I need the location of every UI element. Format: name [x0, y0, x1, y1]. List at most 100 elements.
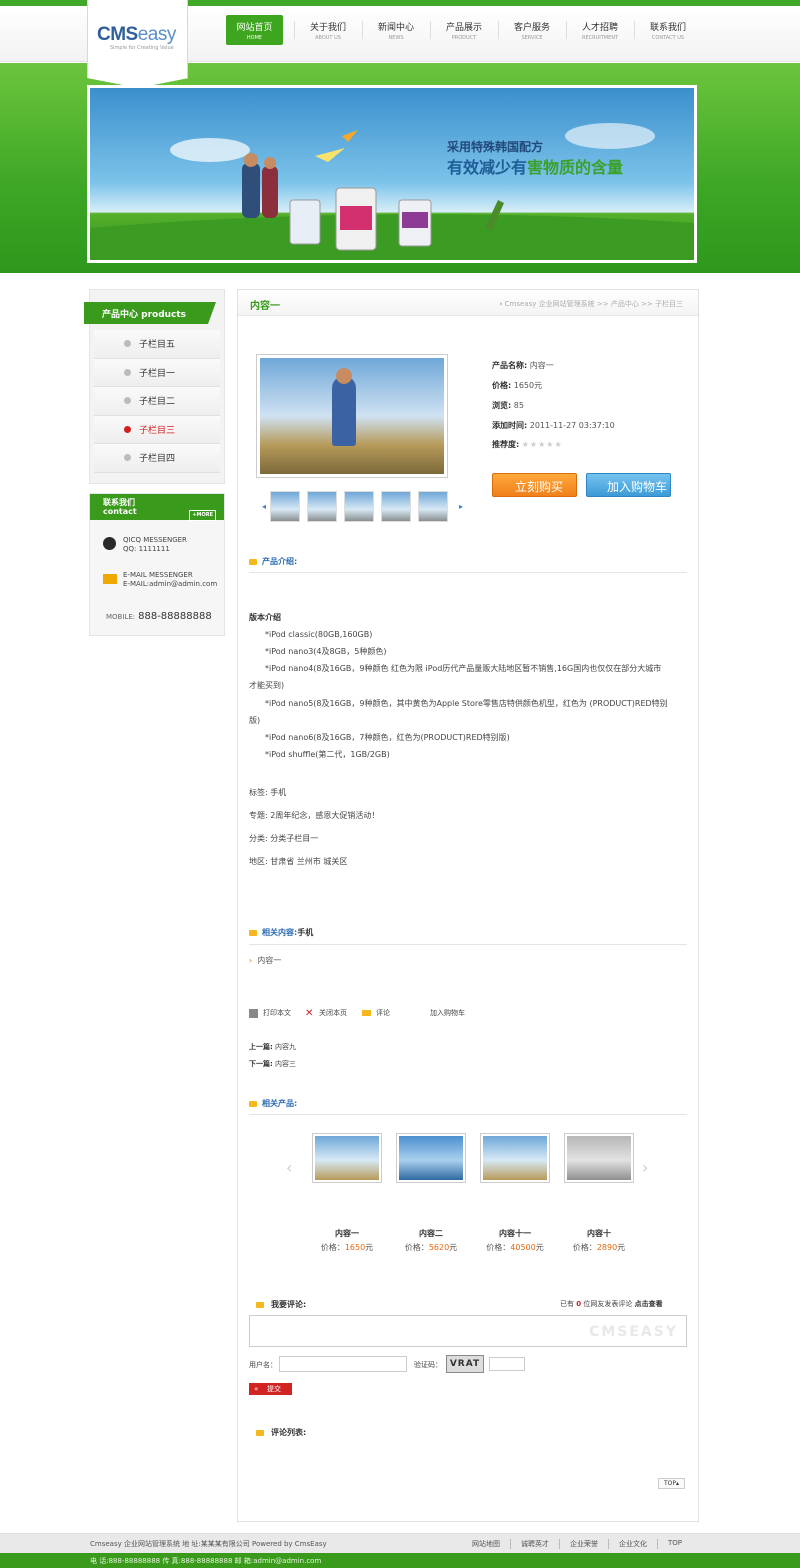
divider: [249, 1114, 687, 1115]
page-title: 内容一: [250, 301, 280, 312]
related-products-heading: 相关产品:: [249, 1098, 297, 1109]
product-added-time: 添加时间: 2011-11-27 03:37:10: [492, 421, 615, 430]
nav-product[interactable]: 产品展示 PRODUCT: [430, 15, 498, 45]
footer-link-top[interactable]: TOP: [656, 1539, 692, 1549]
related-product-name[interactable]: 内容一: [302, 1228, 392, 1239]
caret-up-icon: ▴: [676, 1480, 680, 1487]
related-product-price: 价格：5620元: [404, 1243, 458, 1252]
nav-service[interactable]: 客户服务 SERVICE: [498, 15, 566, 45]
related-item-link[interactable]: 内容一: [249, 955, 281, 966]
thumbnail[interactable]: [344, 491, 374, 522]
comment-heading: 我要评论:: [256, 1299, 306, 1310]
bullet-icon: [124, 340, 131, 348]
nav-home[interactable]: 网站首页 HOME: [226, 15, 283, 45]
sidebar-item-4[interactable]: 子栏目四: [94, 444, 220, 473]
contact-header: 联系我们 contact +MORE: [90, 494, 224, 521]
related-product-name[interactable]: 内容二: [386, 1228, 476, 1239]
comment-textarea[interactable]: CMSEASY: [249, 1315, 687, 1347]
back-to-top-button[interactable]: TOP▴: [658, 1478, 685, 1489]
comment-button[interactable]: 评论: [362, 1008, 390, 1018]
carousel-next-icon[interactable]: ›: [642, 1158, 648, 1177]
footer-link-culture[interactable]: 企业文化: [607, 1539, 657, 1549]
logo-slogan: Simple for Creating Value: [110, 45, 174, 51]
thumbnail[interactable]: [418, 491, 448, 522]
sidebar-item-3[interactable]: 子栏目三: [94, 415, 220, 444]
sidebar-item-5[interactable]: 子栏目五: [94, 330, 220, 359]
footer-link-honors[interactable]: 企业荣誉: [558, 1539, 608, 1549]
sidebar-title: 产品中心 products: [84, 302, 216, 324]
logo[interactable]: CMSeasy Simple for Creating Value: [87, 0, 189, 88]
intro-line: *iPod classic(80GB,160GB): [249, 630, 373, 639]
submit-button[interactable]: 提交: [249, 1383, 292, 1395]
tag-line[interactable]: 标签: 手机: [249, 787, 286, 798]
logo-text-easy: easy: [137, 24, 177, 45]
carousel-prev-icon[interactable]: ‹: [286, 1158, 292, 1177]
footer-contact: 电 话:888-88888888 传 真:888-88888888 邮 箱:ad…: [90, 1557, 322, 1565]
arrow-right-icon[interactable]: ▸: [455, 502, 467, 511]
footer-contact-bar: 电 话:888-88888888 传 真:888-88888888 邮 箱:ad…: [0, 1553, 800, 1568]
logo-text-main: CMS: [97, 24, 138, 45]
topic-line[interactable]: 专题: 2周年纪念，感恩大促销活动！: [249, 810, 379, 821]
sidebar-category-list: 子栏目五 子栏目一 子栏目二 子栏目三 子栏目四: [94, 330, 220, 473]
thumbnail-strip: ◂ ▸: [258, 491, 467, 522]
thumbnail[interactable]: [307, 491, 337, 522]
intro-title: 版本介绍: [249, 613, 281, 622]
intro-line: 才能买到): [249, 681, 285, 690]
related-product-image[interactable]: [480, 1133, 550, 1183]
buy-now-button[interactable]: 立刻购买: [492, 473, 577, 497]
product-name: 产品名称: 内容一: [492, 361, 554, 370]
bullet-icon: [124, 368, 131, 376]
related-product-price: 价格：40500元: [486, 1243, 544, 1252]
sidebar-item-2[interactable]: 子栏目二: [94, 387, 220, 416]
mobile-number: MOBILE: 888-88888888: [106, 611, 212, 622]
product-price: 价格: 1650元: [492, 381, 543, 390]
category-line[interactable]: 分类: 分类子栏目一: [249, 833, 318, 844]
add-to-cart-button[interactable]: 加入购物车: [586, 473, 671, 497]
nav-recruitment[interactable]: 人才招聘 RECRUITMENT: [566, 15, 634, 45]
footer-link-jobs[interactable]: 诚聘英才: [509, 1539, 559, 1549]
more-button[interactable]: +MORE: [189, 510, 216, 521]
related-product-name[interactable]: 内容十一: [470, 1228, 560, 1239]
next-article-link[interactable]: 下一篇: 内容三: [249, 1059, 296, 1069]
qq-contact[interactable]: QICQ MESSENGER QQ: 1111111: [103, 536, 187, 554]
nav-news[interactable]: 新闻中心 NEWS: [362, 15, 430, 45]
username-input[interactable]: [279, 1356, 407, 1372]
thumbnail[interactable]: [270, 491, 300, 522]
intro-line: *iPod nano3(4及8GB，5种颜色): [249, 647, 387, 656]
breadcrumb[interactable]: › Cmseasy 企业网站管理系统 >> 产品中心 >> 子栏目三: [500, 299, 683, 309]
related-product-name[interactable]: 内容十: [554, 1228, 644, 1239]
arrow-left-icon[interactable]: ◂: [258, 502, 270, 511]
banner-subheadline: 有效减少有害物质的含量: [447, 158, 624, 177]
related-heading: 相关内容: 手机: [249, 927, 313, 938]
related-product-image[interactable]: [312, 1133, 382, 1183]
sidebar-item-1[interactable]: 子栏目一: [94, 358, 220, 387]
captcha-image[interactable]: VRAT: [446, 1355, 484, 1373]
comment-count: 已有 0 位网友发表评论 点击查看: [560, 1300, 663, 1308]
thumbnail[interactable]: [381, 491, 411, 522]
tool-add-cart-button[interactable]: 加入购物车: [430, 1008, 465, 1018]
captcha-input[interactable]: [489, 1357, 525, 1371]
captcha-label: 验证码：: [414, 1361, 442, 1369]
intro-line: 版): [249, 716, 261, 725]
intro-line: *iPod shuffle(第二代，1GB/2GB): [249, 750, 390, 759]
intro-line: *iPod nano6(8及16GB，7种颜色，红色为(PRODUCT)RED特…: [249, 733, 510, 742]
footer-link-sitemap[interactable]: 网站地图: [462, 1539, 510, 1549]
folder-icon: [256, 1301, 264, 1308]
close-page-button[interactable]: ✕ 关闭本页: [305, 1008, 347, 1018]
related-product-image[interactable]: [396, 1133, 466, 1183]
footer-copyright: Cmseasy 企业网站管理系统 地 址:某某某有限公司 Powered by …: [90, 1540, 327, 1548]
banner-headline: 采用特殊韩国配方: [447, 140, 544, 154]
main-nav: 网站首页 HOME 关于我们 ABOUT US 新闻中心 NEWS 产品展示 PRODU…: [226, 15, 702, 45]
print-button[interactable]: 打印本文: [249, 1008, 291, 1018]
prev-article-link[interactable]: 上一篇: 内容九: [249, 1042, 296, 1052]
email-contact[interactable]: E-MAIL MESSENGER E-MAIL:admin@admin.com: [103, 571, 217, 589]
hero-banner: 采用特殊韩国配方 有效减少有害物质的含量: [87, 85, 697, 263]
region-line[interactable]: 地区: 甘肃省 兰州市 城关区: [249, 856, 347, 867]
divider: [249, 944, 687, 945]
related-product-image[interactable]: [564, 1133, 634, 1183]
view-comments-link[interactable]: 点击查看: [635, 1300, 663, 1308]
nav-about[interactable]: 关于我们 ABOUT US: [294, 15, 362, 45]
footer-links: 网站地图 诚聘英才 企业荣誉 企业文化 TOP: [462, 1539, 692, 1549]
nav-contact[interactable]: 联系我们 CONTACT US: [634, 15, 702, 45]
product-main-image[interactable]: [256, 354, 448, 478]
